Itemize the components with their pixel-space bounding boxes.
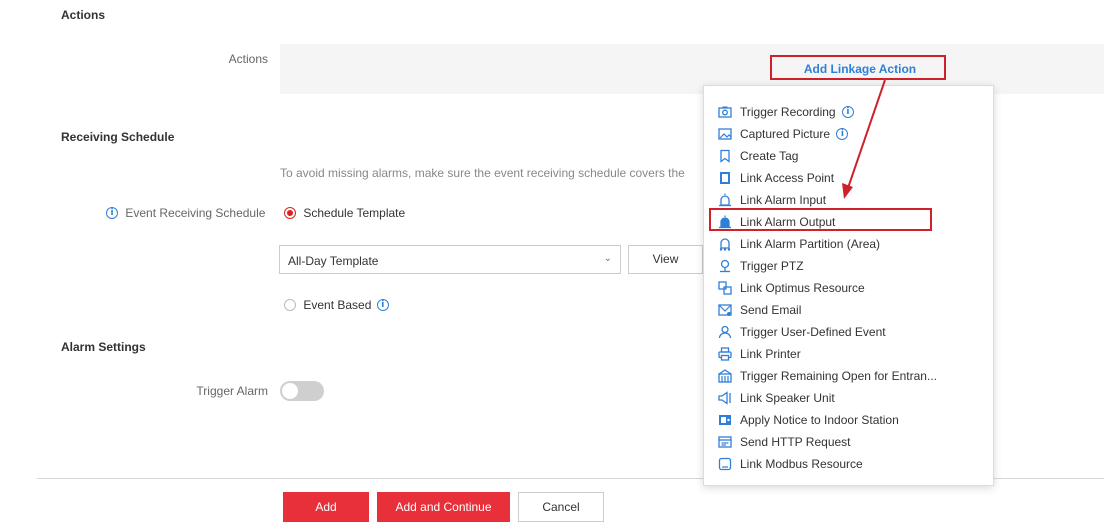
menu-item-trigger-ptz[interactable]: Trigger PTZ <box>718 255 804 275</box>
menu-item-create-tag[interactable]: Create Tag <box>718 145 798 165</box>
http-icon <box>718 436 732 448</box>
radio-unchecked-icon[interactable] <box>284 298 296 311</box>
menu-item-link-speaker-unit[interactable]: Link Speaker Unit <box>718 387 835 407</box>
schedule-hint: To avoid missing alarms, make sure the e… <box>280 166 685 180</box>
menu-item-trigger-recording[interactable]: Trigger Recording i <box>718 101 854 121</box>
info-icon: i <box>106 206 118 219</box>
menu-item-link-access-point[interactable]: Link Access Point <box>718 167 834 187</box>
door-icon <box>720 171 730 184</box>
menu-item-link-printer[interactable]: Link Printer <box>718 343 801 363</box>
trigger-alarm-toggle[interactable] <box>280 381 324 401</box>
schedule-template-option[interactable]: Schedule Template <box>284 205 405 220</box>
view-button[interactable]: View <box>628 245 703 274</box>
template-select[interactable]: All-Day Template ⌄ <box>279 245 621 274</box>
event-receiving-schedule-label: i Event Receiving Schedule <box>106 205 265 220</box>
alarm-input-icon <box>719 193 731 206</box>
printer-icon <box>718 347 732 361</box>
chevron-down-icon: ⌄ <box>603 253 612 264</box>
bookmark-icon <box>720 149 730 163</box>
receiving-schedule-title: Receiving Schedule <box>61 130 175 144</box>
add-button[interactable]: Add <box>283 492 369 522</box>
menu-item-trigger-remaining-open[interactable]: Trigger Remaining Open for Entran... <box>718 365 937 385</box>
picture-icon <box>718 128 732 140</box>
actions-section-title: Actions <box>61 8 106 22</box>
menu-item-captured-picture[interactable]: Captured Picture i <box>718 123 849 143</box>
menu-item-link-optimus-resource[interactable]: Link Optimus Resource <box>718 277 865 297</box>
speaker-icon <box>718 391 731 405</box>
cancel-button[interactable]: Cancel <box>518 492 604 522</box>
ptz-icon <box>720 259 730 272</box>
annotation-highlight-add-linkage <box>770 55 946 80</box>
info-icon: i <box>376 298 389 311</box>
camera-icon <box>718 106 732 118</box>
menu-item-apply-notice-indoor-station[interactable]: Apply Notice to Indoor Station <box>718 409 899 429</box>
template-select-value: All-Day Template <box>288 254 379 268</box>
resource-icon <box>718 281 732 295</box>
annotation-highlight-alarm-output <box>709 208 932 231</box>
menu-item-trigger-user-defined-event[interactable]: Trigger User-Defined Event <box>718 321 886 341</box>
event-based-option[interactable]: Event Based i <box>284 297 389 312</box>
radio-checked-icon[interactable] <box>284 206 296 219</box>
notice-icon <box>719 414 731 425</box>
alarm-partition-icon <box>719 238 731 251</box>
menu-item-link-modbus-resource[interactable]: Link Modbus Resource <box>718 453 863 473</box>
gate-icon <box>718 369 732 383</box>
event-receiving-schedule-text: Event Receiving Schedule <box>125 205 266 220</box>
add-and-continue-button[interactable]: Add and Continue <box>377 492 510 522</box>
menu-item-send-http-request[interactable]: Send HTTP Request <box>718 431 851 451</box>
menu-item-link-alarm-input[interactable]: Link Alarm Input <box>718 189 826 209</box>
schedule-template-label: Schedule Template <box>303 205 406 220</box>
menu-item-link-alarm-partition[interactable]: Link Alarm Partition (Area) <box>718 233 880 253</box>
trigger-alarm-label: Trigger Alarm <box>196 384 268 398</box>
menu-item-send-email[interactable]: Send Email <box>718 299 801 319</box>
event-based-label: Event Based <box>303 297 372 312</box>
actions-row-label: Actions <box>228 52 268 66</box>
annotation-arrow <box>842 79 886 199</box>
user-icon <box>718 325 732 338</box>
modbus-icon <box>718 457 732 470</box>
alarm-settings-title: Alarm Settings <box>61 340 146 354</box>
email-icon <box>718 304 732 316</box>
